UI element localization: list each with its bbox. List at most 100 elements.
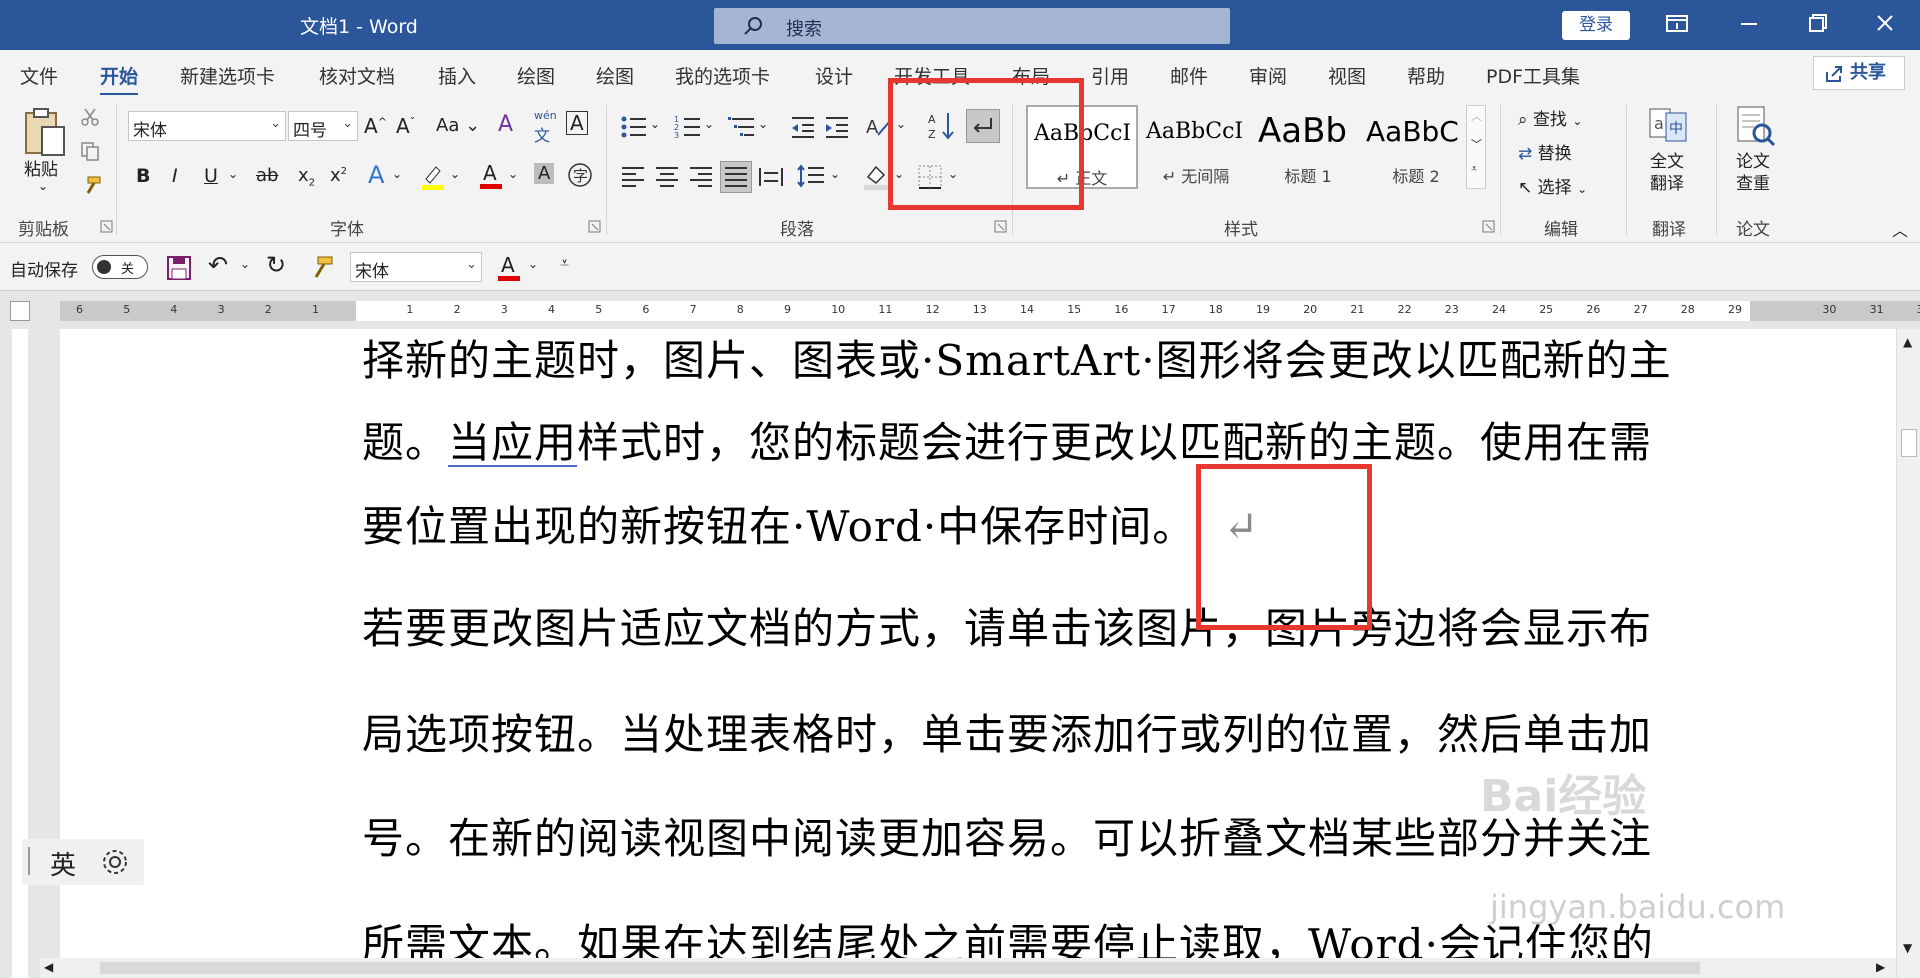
clear-formatting-icon[interactable]: A	[498, 112, 513, 137]
collapse-ribbon-icon[interactable]: ︿	[1892, 217, 1908, 241]
clipboard-launcher-icon[interactable]	[100, 220, 113, 233]
tab-my-tab[interactable]: 我的选项卡	[675, 62, 770, 89]
undo-icon[interactable]: ↶	[208, 251, 228, 279]
tab-view[interactable]: 视图	[1328, 62, 1366, 89]
save-icon[interactable]	[166, 255, 192, 281]
character-shading-icon[interactable]: A	[534, 163, 555, 184]
distributed-icon[interactable]	[758, 165, 784, 189]
scrollbar-thumb[interactable]	[1901, 429, 1917, 457]
chevron-down-icon[interactable]: ⌄	[240, 257, 250, 271]
copy-icon[interactable]	[80, 141, 100, 161]
font-size-select[interactable]: 四号 ⌄	[288, 111, 358, 141]
select-button[interactable]: ↖ 选择 ⌄	[1518, 173, 1587, 198]
italic-icon[interactable]: I	[172, 165, 178, 187]
paste-label[interactable]: 粘贴	[24, 155, 58, 180]
tab-draw-2[interactable]: 绘图	[596, 62, 634, 89]
paragraph-launcher-icon[interactable]	[994, 220, 1007, 233]
justify-button[interactable]	[720, 161, 752, 193]
minimize-icon[interactable]	[1732, 10, 1766, 38]
font-launcher-icon[interactable]	[588, 220, 601, 233]
scroll-up-icon[interactable]: ▲	[1903, 335, 1912, 349]
underline-icon[interactable]: U	[204, 165, 218, 187]
align-right-icon[interactable]	[688, 165, 714, 189]
ime-toolbar[interactable]: 英	[22, 839, 144, 885]
superscript-icon[interactable]: x2	[330, 165, 347, 186]
share-button[interactable]: 共享	[1813, 56, 1905, 90]
font-name-select[interactable]: 宋体 ⌄	[128, 111, 286, 141]
chevron-down-icon[interactable]: ⌄	[830, 167, 840, 181]
close-icon[interactable]	[1868, 10, 1902, 38]
style-heading-2[interactable]: AaBbC 标题 2	[1360, 105, 1472, 189]
document-page[interactable]: 择新的主题时，图片、图表或·SmartArt·图形将会更改以匹配新的主 题。当应…	[60, 329, 1910, 978]
replace-button[interactable]: ⇄ 替换	[1518, 139, 1572, 164]
paste-icon[interactable]	[20, 105, 68, 161]
ime-language[interactable]: 英	[50, 845, 76, 882]
tab-proofread[interactable]: 核对文档	[319, 62, 395, 89]
shading-icon[interactable]	[862, 161, 890, 191]
tab-selector-icon[interactable]	[10, 301, 30, 321]
tab-pdf-tools[interactable]: PDF工具集	[1486, 62, 1580, 89]
chevron-down-icon[interactable]: ﹀	[1471, 136, 1482, 152]
scroll-right-icon[interactable]: ▶	[1876, 960, 1885, 974]
translate-icon[interactable]: a中	[1648, 105, 1688, 145]
tab-review[interactable]: 审阅	[1249, 62, 1287, 89]
qat-font-select[interactable]: 宋体 ⌄	[350, 252, 482, 282]
ime-drag-handle[interactable]	[28, 847, 31, 875]
tab-help[interactable]: 帮助	[1407, 62, 1445, 89]
styles-launcher-icon[interactable]	[1482, 220, 1495, 233]
tab-insert[interactable]: 插入	[438, 62, 476, 89]
redo-icon[interactable]: ↻	[266, 251, 286, 279]
grow-font-icon[interactable]: A^	[364, 114, 387, 138]
phonetic-guide-icon[interactable]: wén 文	[534, 109, 557, 146]
bold-icon[interactable]: B	[136, 165, 150, 187]
customize-qat-icon[interactable]: ⩡	[560, 253, 569, 273]
tab-design[interactable]: 设计	[815, 62, 853, 89]
more-styles-icon[interactable]: ⩡	[1471, 162, 1477, 176]
chevron-down-icon[interactable]: ⌄	[392, 167, 402, 181]
tab-references[interactable]: 引用	[1091, 62, 1129, 89]
character-border-icon[interactable]: A	[566, 111, 588, 135]
enclose-characters-icon[interactable]: 字	[566, 161, 594, 189]
line-spacing-icon[interactable]	[796, 163, 826, 191]
paper-check-button[interactable]: 论文 查重	[1736, 151, 1770, 195]
scrollbar-thumb[interactable]	[100, 962, 1700, 974]
align-left-icon[interactable]	[620, 165, 646, 189]
style-heading-1[interactable]: AaBb 标题 1	[1252, 105, 1364, 189]
align-center-icon[interactable]	[654, 165, 680, 189]
tab-mailings[interactable]: 邮件	[1170, 62, 1208, 89]
style-no-spacing[interactable]: AaBbCcI ↵ 无间隔	[1140, 105, 1252, 189]
tab-home[interactable]: 开始	[100, 62, 139, 96]
shrink-font-icon[interactable]: Aˇ	[396, 114, 415, 138]
chevron-down-icon[interactable]: ⌄	[650, 117, 660, 131]
ribbon-display-options-icon[interactable]	[1660, 10, 1694, 38]
font-color-icon[interactable]: A	[478, 161, 504, 191]
numbering-icon[interactable]: 123	[674, 115, 702, 139]
cut-icon[interactable]	[80, 107, 100, 127]
gear-icon[interactable]	[100, 847, 130, 877]
find-button[interactable]: ⌕ 查找 ⌄	[1518, 105, 1582, 130]
autosave-toggle[interactable]: 关	[92, 255, 148, 279]
styles-scroll[interactable]: ︿ ﹀ ⩡	[1466, 105, 1486, 189]
text-effects-icon[interactable]: A	[368, 161, 384, 189]
search-box[interactable]: 搜索	[714, 8, 1230, 44]
horizontal-scrollbar[interactable]: ◀ ▶	[40, 958, 1896, 978]
scroll-left-icon[interactable]: ◀	[44, 960, 53, 974]
bullets-icon[interactable]	[620, 115, 648, 139]
chevron-down-icon[interactable]: ⌄	[508, 167, 518, 181]
change-case-button[interactable]: Aa ⌄	[436, 115, 480, 136]
multilevel-list-icon[interactable]	[728, 115, 756, 139]
tab-file[interactable]: 文件	[20, 62, 58, 89]
highlight-color-icon[interactable]	[420, 163, 446, 191]
subscript-icon[interactable]: x2	[298, 165, 315, 189]
paste-chevron-down-icon[interactable]: ⌄	[38, 179, 48, 193]
chevron-down-icon[interactable]: ⌄	[758, 117, 768, 131]
chevron-up-icon[interactable]: ︿	[1471, 108, 1482, 124]
chevron-down-icon[interactable]: ⌄	[704, 117, 714, 131]
decrease-indent-icon[interactable]	[790, 115, 816, 139]
font-color-icon[interactable]: A	[496, 251, 524, 283]
scroll-down-icon[interactable]: ▼	[1903, 941, 1912, 955]
chevron-down-icon[interactable]: ⌄	[528, 257, 538, 271]
chevron-down-icon[interactable]: ⌄	[450, 167, 460, 181]
vertical-scrollbar[interactable]: ▲ ▼	[1896, 329, 1920, 978]
full-translate-button[interactable]: 全文 翻译	[1650, 151, 1684, 195]
